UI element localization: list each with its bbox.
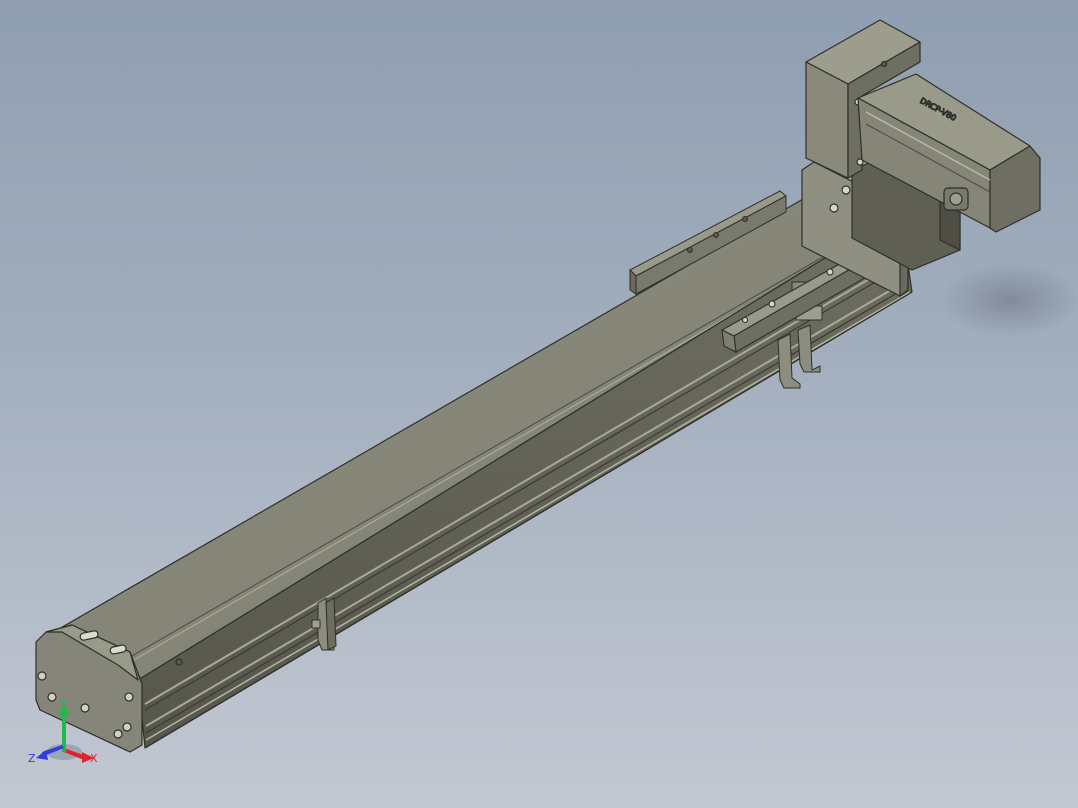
side-slot-lower-dark — [145, 285, 910, 734]
end-cap-screw-2 — [47, 692, 57, 702]
motor-shadow — [940, 262, 1078, 338]
end-cap-screw-5 — [124, 692, 134, 702]
top-screw — [175, 658, 183, 666]
top-groove-line — [117, 223, 881, 665]
triad-z-label: Z — [28, 752, 36, 765]
linear-actuator-body[interactable] — [44, 194, 913, 749]
side-slot-upper-dark — [144, 263, 907, 711]
side-slot-upper — [144, 257, 906, 705]
end-cap-screw-6 — [122, 722, 132, 732]
side-slot-lower — [145, 279, 909, 727]
model-canvas[interactable]: DRCP-V80 X Y Z — [0, 0, 1078, 808]
triad-y-label: Y — [59, 698, 67, 711]
end-cap-screw-1 — [37, 671, 47, 681]
end-cap-screw-4 — [113, 729, 123, 739]
triad-z-arrow — [36, 750, 48, 760]
actuator-top-face[interactable] — [44, 194, 901, 681]
3d-model-viewport[interactable]: DRCP-V80 X Y Z — [0, 0, 1078, 808]
triad-x-label: X — [90, 752, 98, 765]
end-cap-screw-3 — [80, 703, 90, 713]
